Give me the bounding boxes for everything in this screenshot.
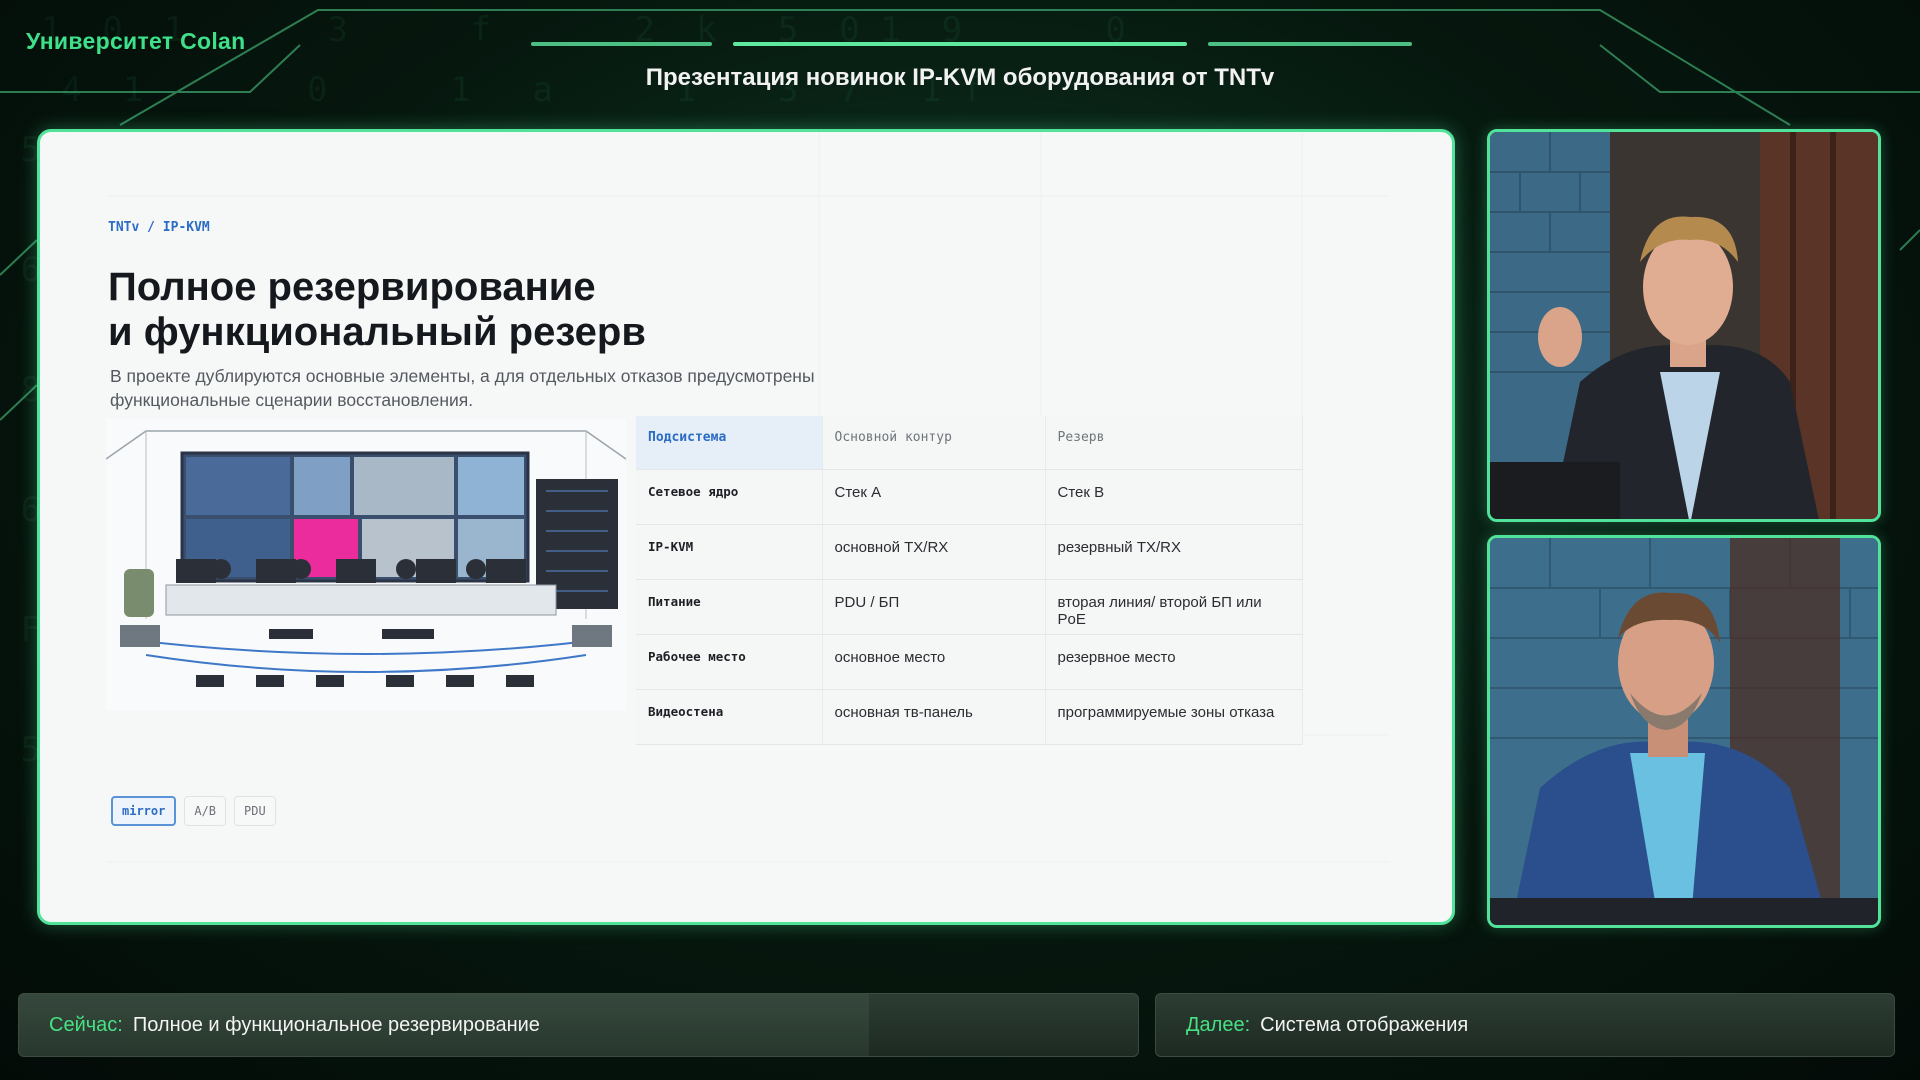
ticker-next-text: Система отображения [1260,1013,1469,1036]
brand-logo-text: Университет Colan [26,28,246,54]
ticker-now-text: Полное и функциональное резервирование [132,1013,540,1036]
chip-ab[interactable]: A/B [184,796,227,826]
slide-title: Полное резервирование и функциональный р… [108,265,808,355]
ticker-now-label: Сейчас: [49,1013,123,1036]
column-header-main: Основной контур [822,416,1046,470]
cell-subsystem: Питание [636,579,823,635]
tag-chips: mirror A/B PDU [111,796,276,826]
cell-reserve: резервный TX/RX [1045,524,1303,580]
cell-reserve: резервное место [1045,634,1303,690]
cell-main: основная тв-панель [822,689,1046,745]
table-row: Рабочее место основное место резервное м… [636,634,1303,690]
presenter-camera-1 [1487,129,1881,522]
breadcrumb: TNTv / IP-KVM [108,220,210,235]
cell-subsystem: Рабочее место [636,634,823,690]
column-header-reserve: Резерв [1045,416,1303,470]
table-row: IP-KVM основной TX/RX резервный TX/RX [636,524,1303,580]
slide-lead-text: В проекте дублируются основные элементы,… [110,366,815,410]
cell-main: основной TX/RX [822,524,1046,580]
column-header-subsystem: Подсистема [636,416,823,470]
cell-reserve: вторая линия/ второй БП или PoE [1045,579,1303,635]
cell-main: PDU / БП [822,579,1046,635]
cell-subsystem: IP-KVM [636,524,823,580]
cell-reserve: Стек B [1045,469,1303,525]
table-row: Питание PDU / БП вторая линия/ второй БП… [636,579,1303,635]
cell-main: Стек A [822,469,1046,525]
event-title: Презентация новинок IP-KVM оборудования … [645,64,1275,91]
chip-pdu[interactable]: PDU [234,796,276,826]
ticker-next-label: Далее: [1186,1013,1251,1036]
chip-mirror[interactable]: mirror [111,796,177,826]
presentation-slide: TNTv / IP-KVM Полное резервирование и фу… [37,129,1455,925]
cell-reserve: программируемые зоны отказа [1045,689,1303,745]
cell-subsystem: Сетевое ядро [636,469,823,525]
cell-main: основное место [822,634,1046,690]
slide-title-line-1: Полное резервирование [108,265,596,309]
presenter-camera-2 [1487,535,1881,928]
control-room-illustration [106,419,626,711]
table-row: Сетевое ядро Стек A Стек B [636,469,1303,525]
slide-title-line-2: и функциональный резерв [108,310,646,354]
cell-subsystem: Видеостена [636,689,823,745]
redundancy-table: Подсистема Основной контур Резерв Сетево… [636,416,1303,745]
ticker-now: Сейчас: Полное и функциональное резервир… [18,993,1139,1057]
table-row: Видеостена основная тв-панель программир… [636,689,1303,745]
table-header-row: Подсистема Основной контур Резерв [636,416,1303,470]
ticker-next: Далее: Система отображения [1155,993,1895,1057]
